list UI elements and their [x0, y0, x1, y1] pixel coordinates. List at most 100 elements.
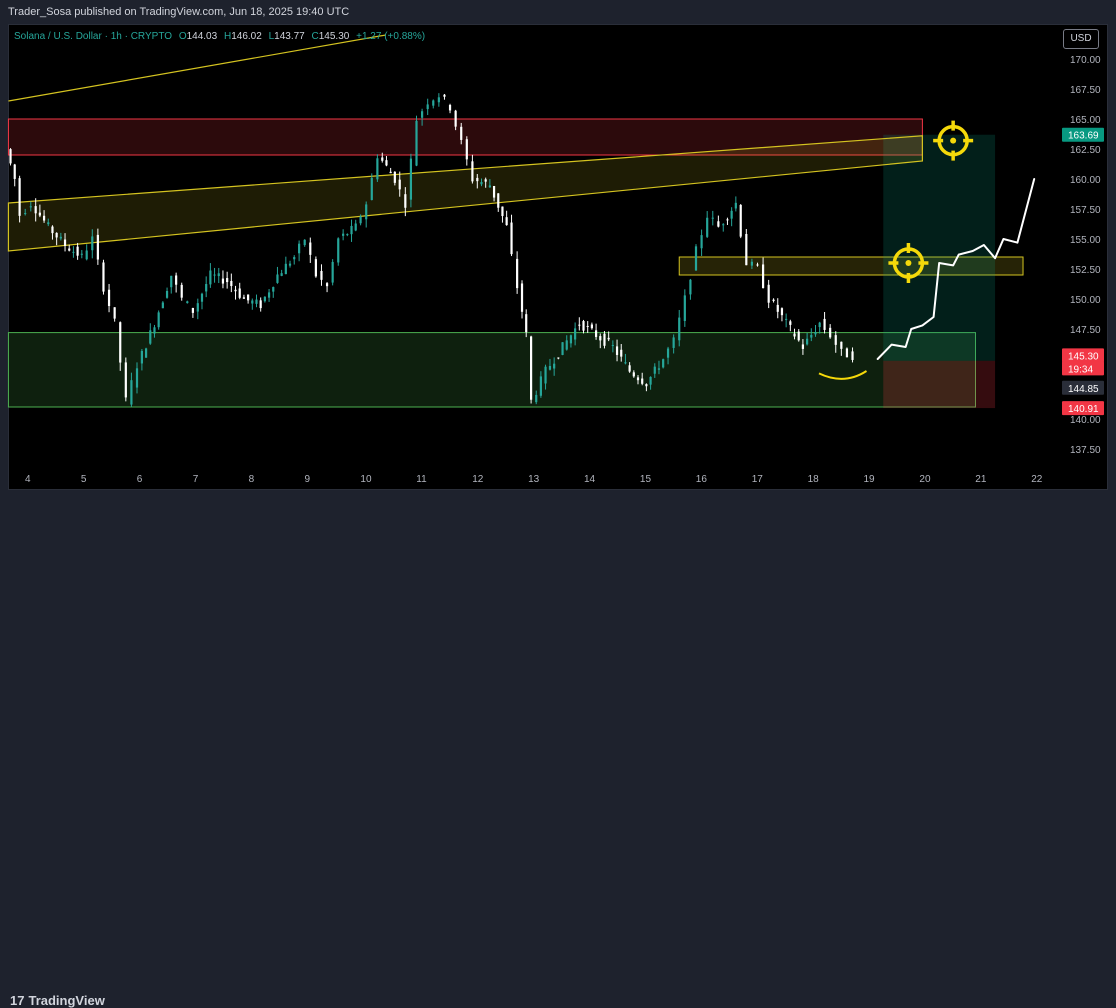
footer-bar: 17 TradingView	[0, 494, 1116, 1008]
candle-body	[594, 330, 598, 337]
price-badge-label: 140.91	[1068, 404, 1099, 415]
candle-body	[590, 324, 593, 329]
candle-body	[553, 363, 556, 369]
candle-body	[226, 278, 229, 283]
candle-body	[586, 325, 589, 327]
candle-body	[624, 362, 627, 364]
price-badge-label: 144.85	[1068, 384, 1099, 395]
candle-body	[829, 327, 832, 338]
candle-body	[157, 312, 160, 328]
candle-body	[288, 263, 292, 266]
time-tick-label: 12	[472, 474, 484, 485]
candle-body	[247, 294, 250, 301]
candle-body	[359, 216, 362, 224]
candle-body	[615, 346, 619, 355]
chart-canvas[interactable]: 170.00 167.50 165.00 162.50 160.00 157.50 155.…	[0, 0, 1116, 522]
candle-body	[191, 308, 195, 313]
candle-body	[662, 359, 665, 368]
candle-body	[657, 368, 661, 370]
candle-body	[409, 158, 413, 200]
candle-body	[722, 224, 725, 226]
candle-body	[420, 111, 424, 118]
candle-body	[320, 270, 323, 280]
time-tick-label: 14	[584, 474, 596, 485]
candle-body	[607, 337, 610, 340]
candle-body	[29, 206, 32, 208]
candle-body	[561, 342, 564, 355]
price-badge-label: 19:34	[1068, 364, 1093, 375]
candle-body	[376, 158, 379, 180]
candle-body	[823, 318, 826, 330]
time-tick-label: 11	[416, 474, 427, 485]
candle-body	[734, 202, 737, 209]
candle-body	[620, 349, 623, 357]
candle-body	[530, 336, 533, 400]
candle-body	[144, 348, 148, 358]
candle-body	[636, 377, 640, 381]
candle-body	[205, 284, 208, 292]
candle-body	[797, 331, 800, 341]
tradingview-brand: TradingView	[28, 993, 105, 1008]
stop-loss-area	[883, 360, 996, 409]
candle-body	[251, 300, 254, 304]
candle-body	[750, 261, 754, 266]
time-tick-label: 15	[640, 474, 652, 485]
candle-body	[780, 308, 784, 316]
symbol-legend: Solana / U.S. Dollar · 1h · CRYPTO O144.…	[14, 31, 425, 42]
candle-body	[471, 161, 474, 182]
candle-body	[242, 297, 246, 299]
candle-body	[454, 110, 457, 127]
candle-body	[672, 337, 675, 348]
time-tick-label: 4	[25, 474, 31, 485]
trend-channel-1	[8, 34, 386, 102]
candle-body	[342, 233, 345, 236]
time-tick-label: 17	[752, 474, 764, 485]
candle-body	[739, 204, 742, 237]
candle-body	[415, 120, 418, 166]
candle-body	[834, 335, 837, 345]
candle-body	[569, 335, 573, 344]
symbol-name: Solana / U.S. Dollar · 1h · CRYPTO	[14, 31, 173, 42]
candle-body	[393, 171, 396, 183]
candle-body	[565, 340, 568, 350]
open-value: 144.03	[186, 31, 218, 42]
candle-body	[516, 258, 519, 289]
candle-body	[557, 357, 560, 359]
candle-body	[259, 300, 262, 309]
candle-body	[221, 278, 225, 284]
time-tick-label: 19	[864, 474, 876, 485]
candle-body	[113, 307, 116, 319]
currency-button[interactable]: USD	[1063, 29, 1099, 49]
price-badge-label: 163.69	[1068, 131, 1099, 142]
candle-body	[801, 344, 805, 349]
candle-body	[47, 222, 50, 225]
price-tick-label: 165.00	[1070, 115, 1101, 126]
candle-body	[465, 139, 468, 160]
candle-body	[520, 283, 524, 312]
candle-body	[389, 171, 392, 174]
candle-body	[492, 185, 496, 198]
candle-body	[18, 178, 21, 216]
candle-body	[632, 372, 635, 377]
candle-body	[814, 332, 817, 335]
tradingview-logo-icon: 17	[10, 993, 25, 1008]
candle-body	[432, 100, 435, 106]
candle-body	[68, 248, 71, 251]
candle-body	[267, 292, 271, 298]
candle-body	[370, 177, 373, 200]
candle-body	[761, 264, 765, 289]
candle-body	[230, 280, 233, 287]
candle-body	[548, 365, 552, 370]
candle-body	[9, 149, 12, 164]
candle-body	[776, 304, 779, 312]
high-value: 146.02	[231, 31, 262, 42]
candle-body	[505, 217, 508, 226]
candle-body	[38, 212, 41, 216]
time-tick-label: 18	[808, 474, 820, 485]
candle-body	[582, 321, 585, 331]
candle-body	[314, 259, 317, 277]
candle-body	[175, 275, 178, 285]
candle-body	[130, 380, 133, 405]
tradingview-logo[interactable]: 17 TradingView	[10, 993, 105, 1008]
candle-body	[24, 213, 27, 215]
